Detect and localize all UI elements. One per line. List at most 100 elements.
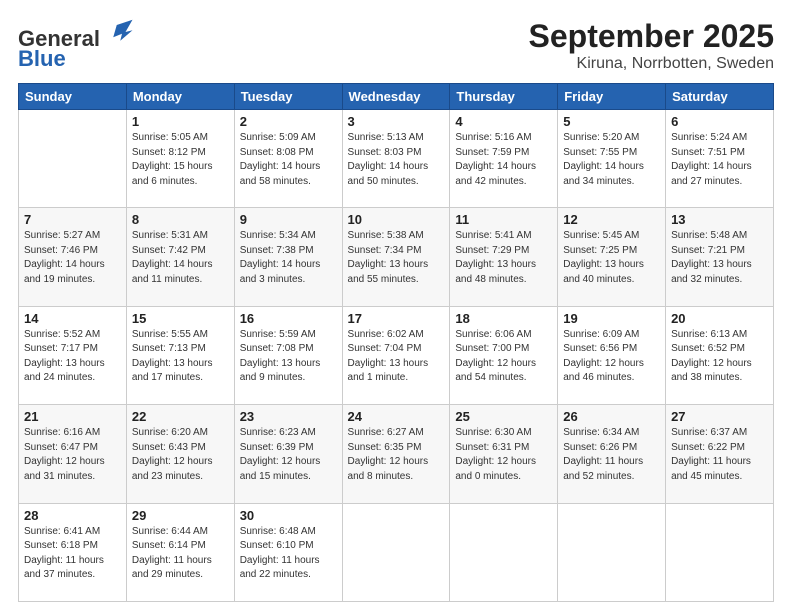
day-number: 22 — [132, 409, 229, 424]
calendar-header-row: SundayMondayTuesdayWednesdayThursdayFrid… — [19, 84, 774, 110]
day-number: 15 — [132, 311, 229, 326]
day-info: Sunrise: 6:27 AM Sunset: 6:35 PM Dayligh… — [348, 426, 445, 484]
page-location: Kiruna, Norrbotten, Sweden — [529, 55, 774, 73]
day-info: Sunrise: 6:06 AM Sunset: 7:00 PM Dayligh… — [455, 328, 552, 386]
day-info: Sunrise: 5:24 AM Sunset: 7:51 PM Dayligh… — [671, 131, 768, 189]
day-number: 14 — [24, 311, 121, 326]
calendar-cell: 24 Sunrise: 6:27 AM Sunset: 6:35 PM Dayli… — [342, 405, 450, 503]
weekday-header-sunday: Sunday — [19, 84, 127, 110]
calendar-cell — [450, 503, 558, 601]
day-info: Sunrise: 5:55 AM Sunset: 7:13 PM Dayligh… — [132, 328, 229, 386]
day-info: Sunrise: 6:30 AM Sunset: 6:31 PM Dayligh… — [455, 426, 552, 484]
day-number: 9 — [240, 212, 337, 227]
day-info: Sunrise: 6:16 AM Sunset: 6:47 PM Dayligh… — [24, 426, 121, 484]
calendar-cell: 21 Sunrise: 6:16 AM Sunset: 6:47 PM Dayli… — [19, 405, 127, 503]
calendar-cell: 17Sunrise: 6:02 AM Sunset: 7:04 PM Dayli… — [342, 306, 450, 404]
day-info: Sunrise: 5:13 AM Sunset: 8:03 PM Dayligh… — [348, 131, 445, 189]
day-number: 21 — [24, 409, 121, 424]
day-info: Sunrise: 6:20 AM Sunset: 6:43 PM Dayligh… — [132, 426, 229, 484]
calendar-cell: 9 Sunrise: 5:34 AM Sunset: 7:38 PM Daylig… — [234, 208, 342, 306]
weekday-header-tuesday: Tuesday — [234, 84, 342, 110]
calendar-cell: 28Sunrise: 6:41 AM Sunset: 6:18 PM Dayli… — [19, 503, 127, 601]
weekday-header-friday: Friday — [558, 84, 666, 110]
day-info: Sunrise: 6:48 AM Sunset: 6:10 PM Dayligh… — [240, 525, 337, 583]
day-info: Sunrise: 5:45 AM Sunset: 7:25 PM Dayligh… — [563, 229, 660, 287]
page-title: September 2025 — [529, 18, 774, 55]
calendar-cell — [342, 503, 450, 601]
day-number: 1 — [132, 114, 229, 129]
day-number: 6 — [671, 114, 768, 129]
day-info: Sunrise: 5:05 AM Sunset: 8:12 PM Dayligh… — [132, 131, 229, 189]
calendar-cell: 22 Sunrise: 6:20 AM Sunset: 6:43 PM Dayli… — [126, 405, 234, 503]
day-number: 13 — [671, 212, 768, 227]
day-info: Sunrise: 6:09 AM Sunset: 6:56 PM Dayligh… — [563, 328, 660, 386]
day-info: Sunrise: 5:59 AM Sunset: 7:08 PM Dayligh… — [240, 328, 337, 386]
calendar-cell: 15 Sunrise: 5:55 AM Sunset: 7:13 PM Dayli… — [126, 306, 234, 404]
calendar-cell — [666, 503, 774, 601]
calendar-cell: 1 Sunrise: 5:05 AM Sunset: 8:12 PM Daylig… — [126, 110, 234, 208]
calendar-cell: 10 Sunrise: 5:38 AM Sunset: 7:34 PM Dayli… — [342, 208, 450, 306]
calendar-cell — [19, 110, 127, 208]
day-number: 4 — [455, 114, 552, 129]
calendar-week-row: 1 Sunrise: 5:05 AM Sunset: 8:12 PM Daylig… — [19, 110, 774, 208]
day-info: Sunrise: 5:20 AM Sunset: 7:55 PM Dayligh… — [563, 131, 660, 189]
calendar-cell: 4 Sunrise: 5:16 AM Sunset: 7:59 PM Daylig… — [450, 110, 558, 208]
calendar-week-row: 21 Sunrise: 6:16 AM Sunset: 6:47 PM Dayli… — [19, 405, 774, 503]
calendar-cell: 12 Sunrise: 5:45 AM Sunset: 7:25 PM Dayli… — [558, 208, 666, 306]
calendar-cell: 5 Sunrise: 5:20 AM Sunset: 7:55 PM Daylig… — [558, 110, 666, 208]
calendar-cell: 3Sunrise: 5:13 AM Sunset: 8:03 PM Daylig… — [342, 110, 450, 208]
day-number: 16 — [240, 311, 337, 326]
logo-blue: Blue — [18, 47, 66, 71]
day-number: 19 — [563, 311, 660, 326]
day-info: Sunrise: 5:27 AM Sunset: 7:46 PM Dayligh… — [24, 229, 121, 287]
calendar-cell: 14 Sunrise: 5:52 AM Sunset: 7:17 PM Dayli… — [19, 306, 127, 404]
calendar-cell: 30 Sunrise: 6:48 AM Sunset: 6:10 PM Dayli… — [234, 503, 342, 601]
calendar-cell: 29 Sunrise: 6:44 AM Sunset: 6:14 PM Dayli… — [126, 503, 234, 601]
logo: General Blue — [18, 18, 136, 71]
day-number: 5 — [563, 114, 660, 129]
logo-bird-icon — [108, 18, 136, 46]
day-number: 24 — [348, 409, 445, 424]
day-info: Sunrise: 5:09 AM Sunset: 8:08 PM Dayligh… — [240, 131, 337, 189]
day-number: 30 — [240, 508, 337, 523]
day-number: 12 — [563, 212, 660, 227]
calendar-cell: 25 Sunrise: 6:30 AM Sunset: 6:31 PM Dayli… — [450, 405, 558, 503]
day-number: 2 — [240, 114, 337, 129]
day-number: 10 — [348, 212, 445, 227]
day-number: 25 — [455, 409, 552, 424]
calendar-cell: 2 Sunrise: 5:09 AM Sunset: 8:08 PM Daylig… — [234, 110, 342, 208]
calendar-cell: 19 Sunrise: 6:09 AM Sunset: 6:56 PM Dayli… — [558, 306, 666, 404]
calendar-cell: 27Sunrise: 6:37 AM Sunset: 6:22 PM Dayli… — [666, 405, 774, 503]
day-number: 29 — [132, 508, 229, 523]
weekday-header-monday: Monday — [126, 84, 234, 110]
day-info: Sunrise: 5:34 AM Sunset: 7:38 PM Dayligh… — [240, 229, 337, 287]
header: General Blue September 2025 Kiruna, Norr… — [18, 18, 774, 73]
day-number: 18 — [455, 311, 552, 326]
weekday-header-saturday: Saturday — [666, 84, 774, 110]
calendar-week-row: 7 Sunrise: 5:27 AM Sunset: 7:46 PM Daylig… — [19, 208, 774, 306]
day-number: 26 — [563, 409, 660, 424]
page: General Blue September 2025 Kiruna, Norr… — [0, 0, 792, 612]
calendar-cell: 26Sunrise: 6:34 AM Sunset: 6:26 PM Dayli… — [558, 405, 666, 503]
calendar-cell: 8 Sunrise: 5:31 AM Sunset: 7:42 PM Daylig… — [126, 208, 234, 306]
calendar-week-row: 28Sunrise: 6:41 AM Sunset: 6:18 PM Dayli… — [19, 503, 774, 601]
day-info: Sunrise: 6:37 AM Sunset: 6:22 PM Dayligh… — [671, 426, 768, 484]
calendar-cell: 7 Sunrise: 5:27 AM Sunset: 7:46 PM Daylig… — [19, 208, 127, 306]
day-info: Sunrise: 5:38 AM Sunset: 7:34 PM Dayligh… — [348, 229, 445, 287]
calendar-table: SundayMondayTuesdayWednesdayThursdayFrid… — [18, 83, 774, 602]
day-number: 28 — [24, 508, 121, 523]
day-number: 7 — [24, 212, 121, 227]
day-info: Sunrise: 5:41 AM Sunset: 7:29 PM Dayligh… — [455, 229, 552, 287]
weekday-header-wednesday: Wednesday — [342, 84, 450, 110]
day-number: 8 — [132, 212, 229, 227]
day-info: Sunrise: 5:31 AM Sunset: 7:42 PM Dayligh… — [132, 229, 229, 287]
calendar-cell: 18 Sunrise: 6:06 AM Sunset: 7:00 PM Dayli… — [450, 306, 558, 404]
day-number: 17 — [348, 311, 445, 326]
calendar-cell: 16 Sunrise: 5:59 AM Sunset: 7:08 PM Dayli… — [234, 306, 342, 404]
calendar-cell: 11Sunrise: 5:41 AM Sunset: 7:29 PM Dayli… — [450, 208, 558, 306]
calendar-cell: 6 Sunrise: 5:24 AM Sunset: 7:51 PM Daylig… — [666, 110, 774, 208]
day-info: Sunrise: 6:44 AM Sunset: 6:14 PM Dayligh… — [132, 525, 229, 583]
day-info: Sunrise: 5:52 AM Sunset: 7:17 PM Dayligh… — [24, 328, 121, 386]
day-info: Sunrise: 6:13 AM Sunset: 6:52 PM Dayligh… — [671, 328, 768, 386]
day-info: Sunrise: 5:16 AM Sunset: 7:59 PM Dayligh… — [455, 131, 552, 189]
